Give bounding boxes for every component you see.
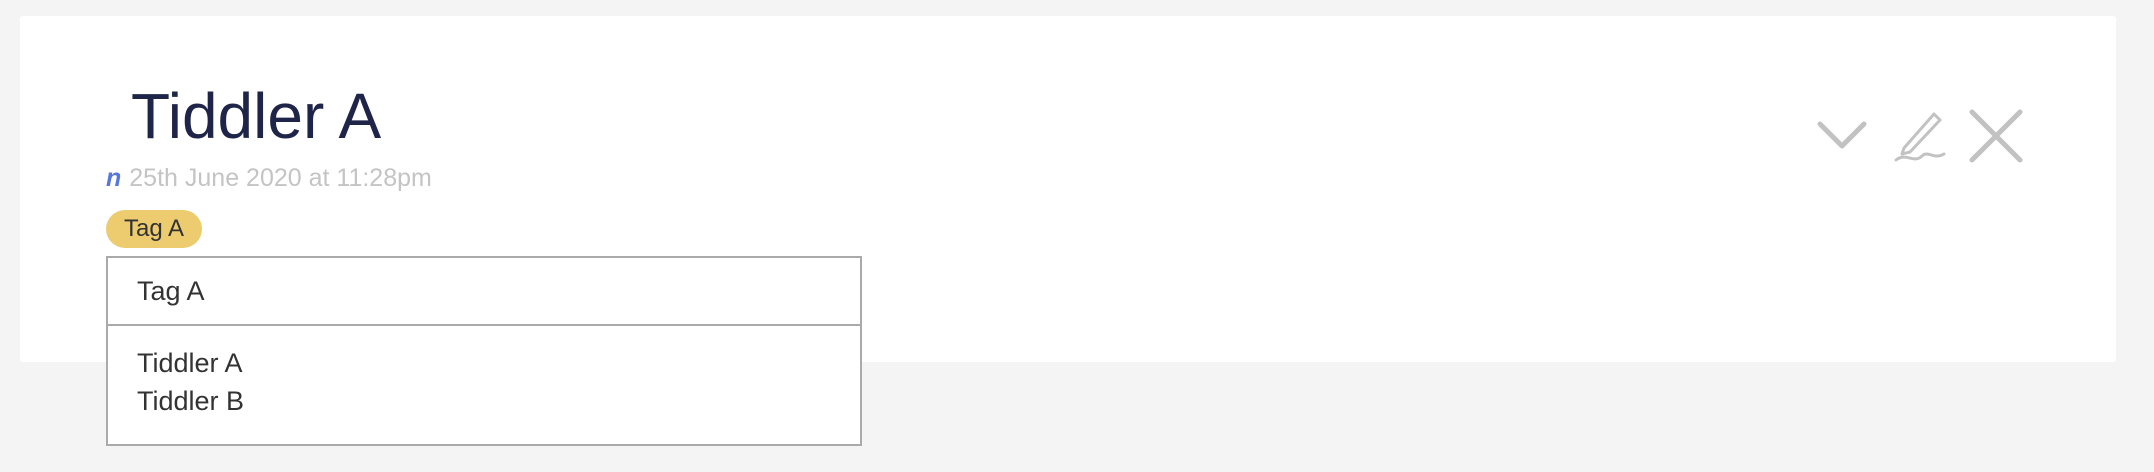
modifier-link[interactable]: n xyxy=(106,164,121,192)
tag-pill[interactable]: Tag A xyxy=(106,210,203,248)
list-item[interactable]: Tiddler B xyxy=(137,382,244,420)
dropdown-header: Tag A xyxy=(108,258,860,326)
pencil-icon xyxy=(1894,112,1946,162)
tiddler-title: Tiddler A xyxy=(131,80,382,152)
tagged-tiddler-list: Tiddler A Tiddler B xyxy=(137,344,244,420)
list-item[interactable]: Tiddler A xyxy=(137,344,244,382)
chevron-down-icon xyxy=(1817,121,1867,149)
close-icon xyxy=(1969,109,2023,163)
tiddler-subtitle: n 25th June 2020 at 11:28pm xyxy=(106,164,432,193)
fold-button[interactable] xyxy=(1814,108,1870,164)
edit-button[interactable] xyxy=(1892,108,1948,164)
tag-dropdown: Tag A Tiddler A Tiddler B xyxy=(106,256,862,446)
close-button[interactable] xyxy=(1968,108,2024,164)
modified-date: 25th June 2020 at 11:28pm xyxy=(129,164,432,192)
tag-title-link[interactable]: Tag A xyxy=(137,276,205,307)
